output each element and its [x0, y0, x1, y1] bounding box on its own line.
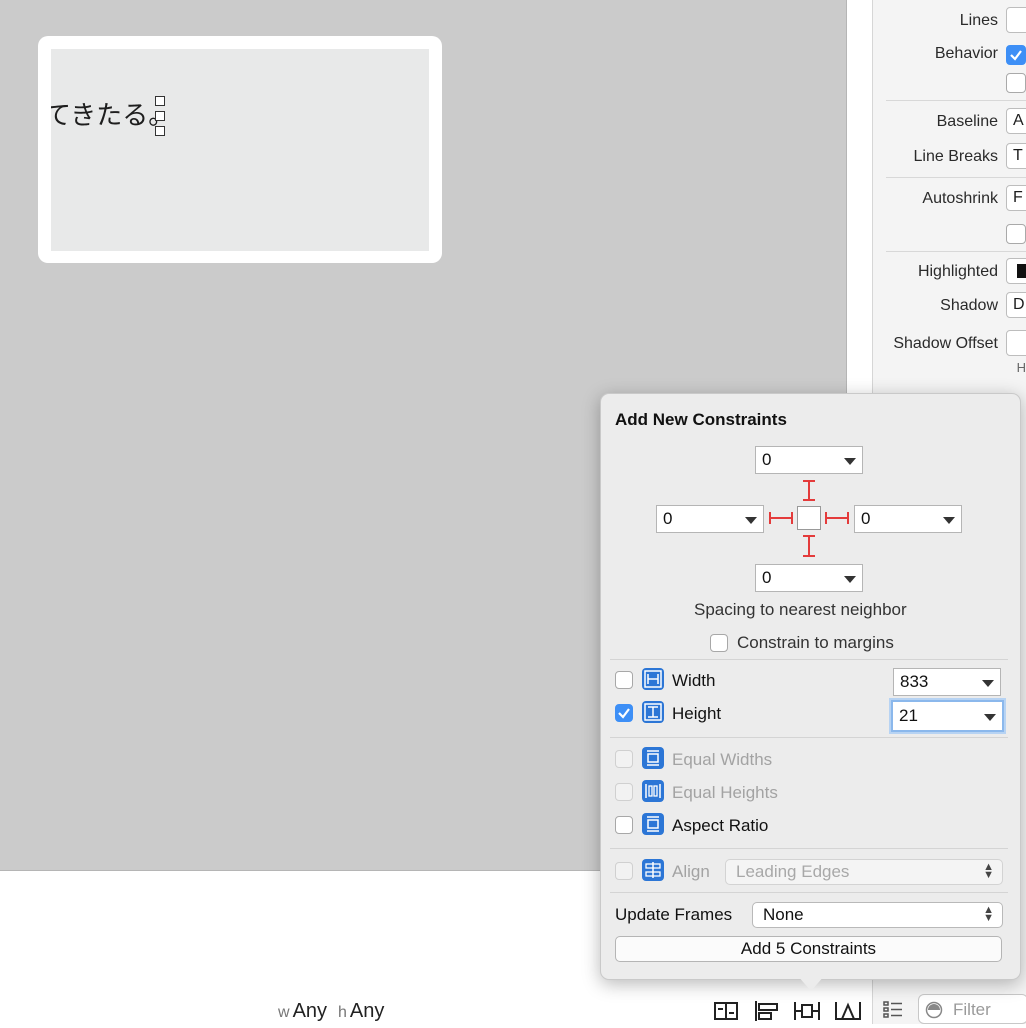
up-down-arrows-icon: ▲ ▼ — [983, 861, 994, 881]
line-breaks-label: Line Breaks — [913, 148, 999, 165]
align-select[interactable]: Leading Edges ▲ ▼ — [725, 859, 1003, 885]
baseline-label: Baseline — [936, 113, 998, 130]
update-frames-value: None — [763, 905, 804, 924]
shadow-offset-sublabel: H — [1016, 360, 1026, 375]
equal-heights-icon — [642, 780, 664, 802]
aspect-ratio-icon — [642, 813, 664, 835]
shadow-popup[interactable]: D — [1006, 292, 1026, 318]
equal-heights-label: Equal Heights — [672, 783, 778, 802]
constraint-target-view — [797, 506, 821, 530]
highlighted-color-swatch — [1017, 264, 1026, 278]
popover-divider — [610, 848, 1008, 849]
popover-title: Add New Constraints — [615, 410, 787, 429]
size-class-w-value: Any — [292, 1000, 328, 1022]
chevron-down-icon — [844, 458, 856, 465]
align-icon[interactable] — [752, 997, 782, 1023]
align-checkbox[interactable] — [615, 862, 633, 880]
align-icon — [642, 859, 664, 881]
size-class-h-prefix: h — [338, 1004, 347, 1021]
height-checkbox[interactable] — [615, 704, 633, 722]
aspect-ratio-checkbox[interactable] — [615, 816, 633, 834]
popover-divider — [610, 659, 1008, 660]
width-value-combo[interactable]: 833 — [893, 668, 1001, 696]
resize-handle-bottom[interactable] — [155, 126, 165, 136]
resize-handle-middle[interactable] — [155, 111, 165, 121]
up-down-arrows-icon: ▲ ▼ — [983, 904, 994, 924]
top-pin[interactable] — [803, 480, 815, 501]
inspector-divider — [886, 100, 1026, 101]
chevron-down-icon — [844, 576, 856, 583]
size-class-h-value: Any — [349, 1000, 385, 1022]
equal-heights-checkbox[interactable] — [615, 783, 633, 801]
filter-icon — [925, 1001, 943, 1019]
bottom-spacing-combo[interactable]: 0 — [755, 564, 863, 592]
equal-widths-icon — [642, 747, 664, 769]
align-select-value: Leading Edges — [736, 862, 850, 881]
constrain-margins-label: Constrain to margins — [737, 633, 894, 652]
update-frames-label: Update Frames — [615, 905, 733, 924]
highlighted-label: Highlighted — [917, 263, 998, 280]
shadow-offset-label: Shadow Offset — [893, 335, 998, 352]
top-spacing-value: 0 — [762, 450, 772, 469]
line-breaks-popup[interactable]: T — [1006, 143, 1026, 169]
width-value: 833 — [900, 672, 929, 691]
equal-widths-checkbox[interactable] — [615, 750, 633, 768]
resolve-issues-icon[interactable] — [833, 997, 863, 1023]
constrain-margins-checkbox[interactable] — [710, 634, 728, 652]
behavior-enabled-checkbox[interactable] — [1006, 45, 1026, 65]
embed-in-stack-icon[interactable] — [712, 997, 742, 1023]
outline-list-icon[interactable] — [880, 996, 908, 1022]
update-frames-select[interactable]: None ▲ ▼ — [752, 902, 1003, 928]
chevron-down-icon — [943, 517, 955, 524]
shadow-label: Shadow — [940, 297, 998, 314]
inspector-divider — [886, 251, 1026, 252]
autoshrink-popup[interactable]: F — [1006, 185, 1026, 211]
height-value-combo[interactable]: 21 — [891, 700, 1004, 732]
popover-arrow — [797, 975, 825, 991]
inspector-divider — [886, 177, 1026, 178]
behavior-second-checkbox[interactable] — [1006, 73, 1026, 93]
behavior-label: Behavior — [934, 45, 998, 62]
equal-widths-label: Equal Widths — [672, 750, 773, 769]
width-label: Width — [672, 671, 716, 690]
popover-divider — [610, 892, 1008, 893]
height-label: Height — [672, 704, 722, 723]
align-label: Align — [672, 862, 710, 881]
highlighted-color-well[interactable] — [1006, 258, 1026, 284]
chevron-down-icon — [982, 680, 994, 687]
bottom-spacing-value: 0 — [762, 568, 772, 587]
height-constraint-icon — [642, 701, 664, 723]
height-value: 21 — [899, 706, 918, 725]
shadow-offset-field[interactable] — [1006, 330, 1026, 356]
baseline-popup[interactable]: A — [1006, 108, 1026, 134]
resize-handle-top[interactable] — [155, 96, 165, 106]
autoshrink-label: Autoshrink — [922, 190, 998, 207]
right-pin[interactable] — [825, 512, 849, 524]
right-spacing-combo[interactable]: 0 — [854, 505, 962, 533]
add-constraints-icon[interactable] — [792, 997, 822, 1023]
lines-field[interactable] — [1006, 7, 1026, 33]
view-controller-scene[interactable]: てきたる。 — [38, 36, 442, 263]
right-spacing-value: 0 — [861, 509, 871, 528]
spacing-caption: Spacing to nearest neighbor — [694, 600, 907, 619]
bottom-pin[interactable] — [803, 535, 815, 557]
size-class-height[interactable]: h Any — [338, 1000, 384, 1023]
chevron-down-icon — [745, 517, 757, 524]
left-pin[interactable] — [769, 512, 793, 524]
autoshrink-checkbox[interactable] — [1006, 224, 1026, 244]
width-constraint-icon — [642, 668, 664, 690]
add-constraints-button[interactable]: Add 5 Constraints — [615, 936, 1002, 962]
label-view[interactable]: てきたる。 — [51, 49, 429, 251]
top-spacing-combo[interactable]: 0 — [755, 446, 863, 474]
size-class-width[interactable]: w Any — [278, 1000, 327, 1023]
aspect-ratio-label: Aspect Ratio — [672, 816, 769, 835]
width-checkbox[interactable] — [615, 671, 633, 689]
lines-label: Lines — [959, 12, 998, 29]
left-spacing-combo[interactable]: 0 — [656, 505, 764, 533]
size-class-w-prefix: w — [278, 1004, 290, 1021]
left-spacing-value: 0 — [663, 509, 673, 528]
chevron-down-icon — [984, 714, 996, 721]
popover-divider — [610, 737, 1008, 738]
